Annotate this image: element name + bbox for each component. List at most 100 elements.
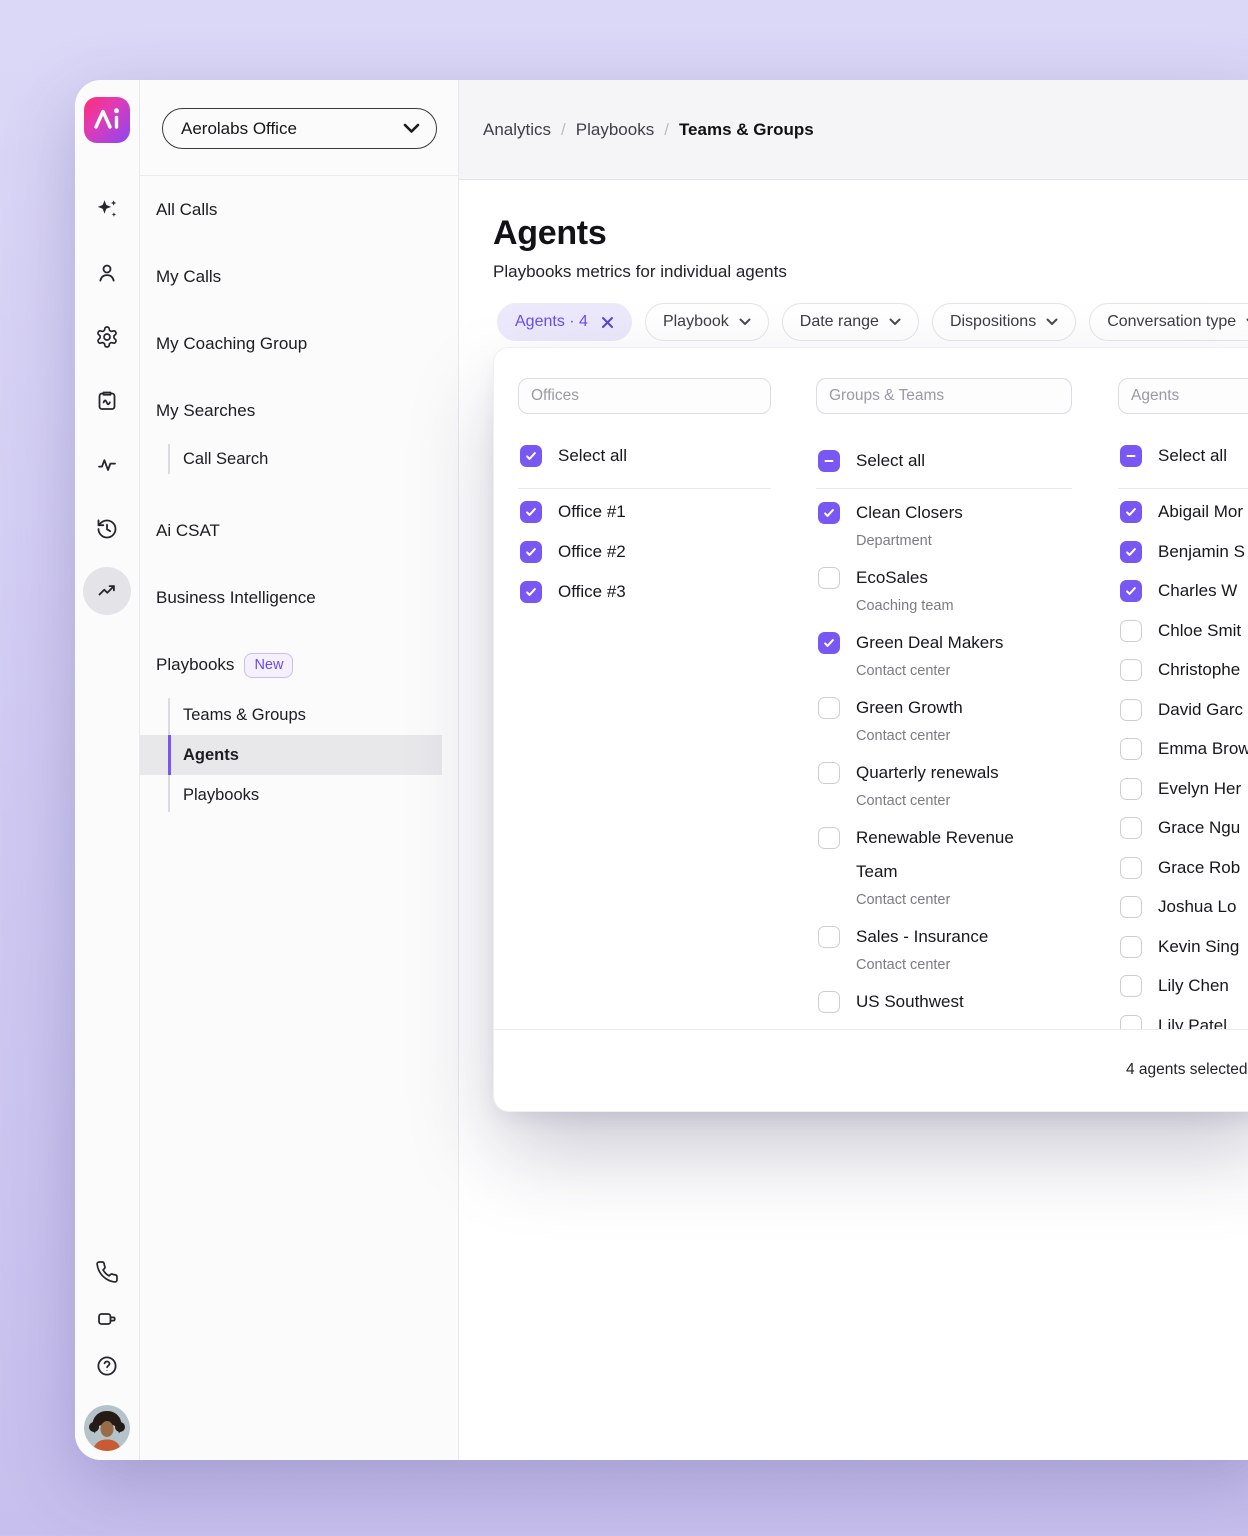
video-camera-icon[interactable] <box>94 1306 120 1332</box>
filter-option[interactable]: Joshua Lo <box>1120 895 1248 919</box>
filter-option[interactable]: Lily Patel <box>1120 1014 1248 1030</box>
filter-option-row[interactable]: Clean Closers <box>818 496 1056 530</box>
checkbox-unchecked[interactable] <box>818 567 840 589</box>
filter-option-row[interactable]: Office #3 <box>520 580 626 604</box>
checkbox-unchecked[interactable] <box>818 991 840 1013</box>
filter-option-row[interactable]: Grace Ngu <box>1120 816 1248 840</box>
filter-option-row[interactable]: Renewable Revenue Team <box>818 821 1056 889</box>
groups-search-input[interactable] <box>816 378 1072 414</box>
filter-option-row[interactable]: Christophe <box>1120 658 1248 682</box>
sidebar-item-playbooks[interactable]: Playbooks New <box>140 651 458 679</box>
filter-option-row[interactable]: Office #1 <box>520 500 626 524</box>
checkbox-unchecked[interactable] <box>1120 699 1142 721</box>
filter-option[interactable]: David Garc <box>1120 698 1248 722</box>
chip-date-range[interactable]: Date range <box>782 303 919 341</box>
checkbox-unchecked[interactable] <box>1120 738 1142 760</box>
filter-option[interactable]: Grace Ngu <box>1120 816 1248 840</box>
filter-option[interactable]: Quarterly renewalsContact center <box>818 756 1056 812</box>
checkbox-unchecked[interactable] <box>1120 857 1142 879</box>
chip-dispositions[interactable]: Dispositions <box>932 303 1076 341</box>
sidebar-item-all-calls[interactable]: All Calls <box>140 196 458 224</box>
select-all-option[interactable]: Select all <box>1120 444 1227 468</box>
checkbox-checked[interactable] <box>1120 501 1142 523</box>
checkbox-unchecked[interactable] <box>1120 975 1142 997</box>
sidebar-item-agents[interactable]: Agents <box>140 735 442 775</box>
checkbox-unchecked[interactable] <box>1120 1015 1142 1030</box>
filter-option-row[interactable]: Office #2 <box>520 540 626 564</box>
filter-option[interactable]: EcoSalesCoaching team <box>818 561 1056 617</box>
checkbox-unchecked[interactable] <box>818 697 840 719</box>
app-logo[interactable] <box>84 97 130 143</box>
phone-icon[interactable] <box>94 1259 120 1285</box>
filter-option-row[interactable]: Chloe Smit <box>1120 619 1248 643</box>
chip-conversation-type[interactable]: Conversation type <box>1089 303 1248 341</box>
filter-option-row[interactable]: Lily Chen <box>1120 974 1248 998</box>
workspace-selector[interactable]: Aerolabs Office <box>162 108 437 149</box>
people-icon[interactable] <box>94 260 120 286</box>
filter-option[interactable]: Sales - InsuranceContact center <box>818 920 1056 976</box>
checkbox-checked[interactable] <box>1120 580 1142 602</box>
ai-sparkle-icon[interactable] <box>94 196 120 222</box>
breadcrumb-playbooks[interactable]: Playbooks <box>576 120 654 140</box>
sidebar-item-playbooks-sub[interactable]: Playbooks <box>140 775 458 815</box>
filter-option-row[interactable]: Emma Brow <box>1120 737 1248 761</box>
filter-option[interactable]: Benjamin S <box>1120 540 1248 564</box>
breadcrumb-analytics[interactable]: Analytics <box>483 120 551 140</box>
chip-agents-filter[interactable]: Agents · 4 <box>497 303 632 341</box>
checkbox-unchecked[interactable] <box>1120 817 1142 839</box>
checkbox-unchecked[interactable] <box>1120 896 1142 918</box>
filter-option[interactable]: Office #1 <box>520 500 626 524</box>
checkbox-unchecked[interactable] <box>1120 778 1142 800</box>
checkbox-unchecked[interactable] <box>1120 620 1142 642</box>
filter-option[interactable]: Abigail Mor <box>1120 500 1248 524</box>
user-avatar[interactable] <box>84 1405 130 1451</box>
chip-playbook[interactable]: Playbook <box>645 303 769 341</box>
agents-search-input[interactable] <box>1118 378 1248 414</box>
filter-option[interactable]: Emma Brow <box>1120 737 1248 761</box>
sidebar-item-my-coaching-group[interactable]: My Coaching Group <box>140 330 458 358</box>
filter-option[interactable]: Chloe Smit <box>1120 619 1248 643</box>
call-search-icon[interactable] <box>94 388 120 414</box>
filter-option[interactable]: Office #2 <box>520 540 626 564</box>
checkbox-checked[interactable] <box>520 541 542 563</box>
filter-option-row[interactable]: Benjamin S <box>1120 540 1248 564</box>
filter-option[interactable]: Green GrowthContact center <box>818 691 1056 747</box>
filter-option[interactable]: Charles W <box>1120 579 1248 603</box>
checkbox-checked[interactable] <box>520 445 542 467</box>
filter-option-row[interactable]: US Southwest <box>818 985 1056 1019</box>
filter-option[interactable]: Christophe <box>1120 658 1248 682</box>
filter-option-row[interactable]: Green Deal Makers <box>818 626 1056 660</box>
checkbox-unchecked[interactable] <box>1120 936 1142 958</box>
filter-option[interactable]: Grace Rob <box>1120 856 1248 880</box>
checkbox-checked[interactable] <box>1120 541 1142 563</box>
checkbox-checked[interactable] <box>520 581 542 603</box>
checkbox-checked[interactable] <box>818 502 840 524</box>
filter-option-row[interactable]: Sales - Insurance <box>818 920 1056 954</box>
filter-option[interactable]: Clean ClosersDepartment <box>818 496 1056 552</box>
sidebar-item-business-intelligence[interactable]: Business Intelligence <box>140 584 458 612</box>
filter-option-row[interactable]: EcoSales <box>818 561 1056 595</box>
checkbox-unchecked[interactable] <box>818 926 840 948</box>
filter-option-row[interactable]: Charles W <box>1120 579 1248 603</box>
sidebar-item-ai-csat[interactable]: Ai CSAT <box>140 517 458 545</box>
filter-option[interactable]: Office #3 <box>520 580 626 604</box>
filter-option-row[interactable]: Lily Patel <box>1120 1014 1248 1030</box>
filter-option[interactable]: Green Deal MakersContact center <box>818 626 1056 682</box>
filter-option-row[interactable]: Green Growth <box>818 691 1056 725</box>
filter-option-row[interactable]: Abigail Mor <box>1120 500 1248 524</box>
filter-option-row[interactable]: Kevin Sing <box>1120 935 1248 959</box>
trending-up-icon[interactable] <box>83 567 131 615</box>
checkbox-checked[interactable] <box>520 501 542 523</box>
activity-icon[interactable] <box>94 452 120 478</box>
filter-option[interactable]: Renewable Revenue TeamContact center <box>818 821 1056 911</box>
filter-option[interactable]: US Southwest <box>818 985 1056 1019</box>
offices-search-input[interactable] <box>518 378 771 414</box>
checkbox-unchecked[interactable] <box>818 827 840 849</box>
checkbox-indeterminate[interactable] <box>1120 445 1142 467</box>
sidebar-item-my-searches[interactable]: My Searches <box>140 397 458 425</box>
filter-option-row[interactable]: Evelyn Her <box>1120 777 1248 801</box>
filter-option-row[interactable]: Quarterly renewals <box>818 756 1056 790</box>
sidebar-item-call-search[interactable]: Call Search <box>140 441 458 477</box>
filter-option[interactable]: Kevin Sing <box>1120 935 1248 959</box>
checkbox-indeterminate[interactable] <box>818 450 840 472</box>
